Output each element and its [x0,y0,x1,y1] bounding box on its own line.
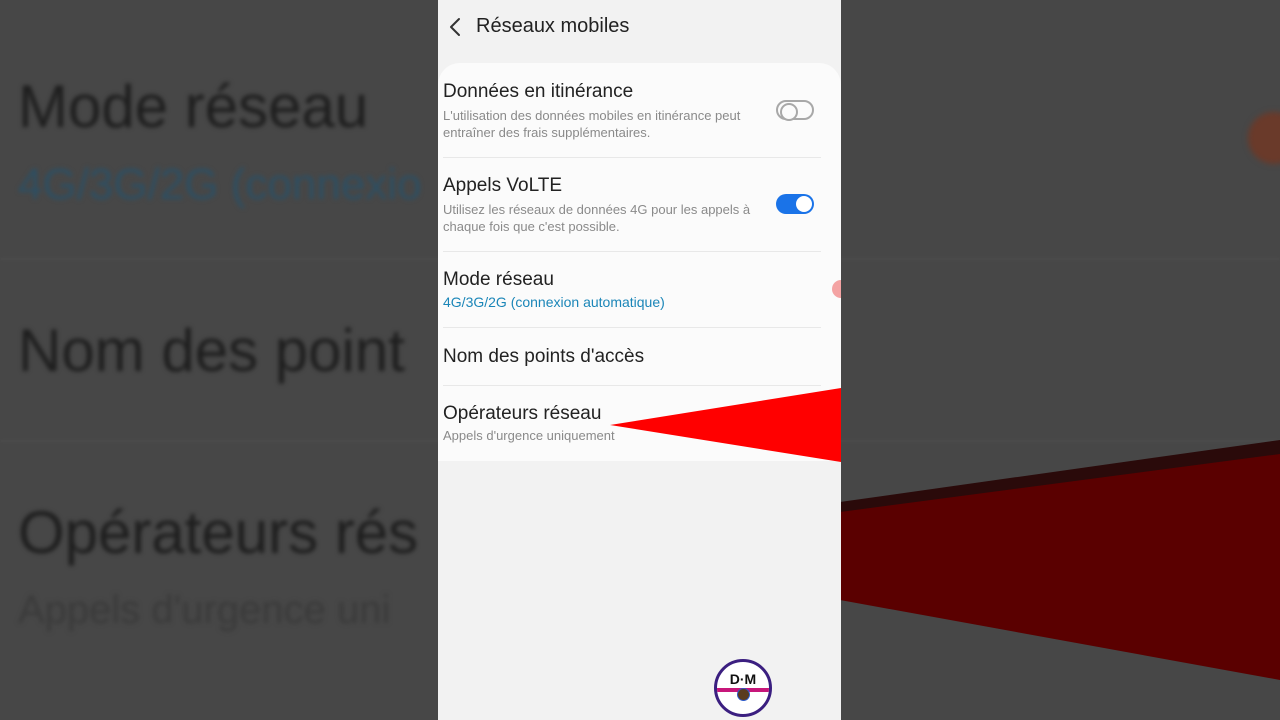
app-header: Réseaux mobiles [438,0,841,56]
volte-setting[interactable]: Appels VoLTE Utilisez les réseaux de don… [443,175,823,235]
network-mode-title: Mode réseau [443,269,554,290]
roaming-setting[interactable]: Données en itinérance L'utilisation des … [443,81,823,141]
network-mode-value: 4G/3G/2G (connexion automatique) [443,294,665,310]
bg-dot [1248,112,1280,164]
divider [443,251,821,252]
bg-item-operators-sub: Appels d'urgence uni [18,588,391,632]
divider [443,157,821,158]
channel-logo: D·M [714,659,772,717]
volte-title: Appels VoLTE [443,175,563,196]
roaming-toggle[interactable] [776,100,814,121]
divider [443,327,821,328]
bg-item-apn: Nom des point [18,317,405,384]
avatar-icon [737,688,750,701]
bg-title: Mode réseau [18,73,369,140]
page-title: Réseaux mobiles [476,15,630,37]
back-button[interactable] [440,12,470,42]
phone-screen: Réseaux mobiles Données en itinérance L'… [438,0,841,720]
toggle-knob [796,196,812,212]
roaming-subtitle: L'utilisation des données mobiles en iti… [443,108,741,140]
toggle-knob [780,103,798,121]
bg-subtitle: 4G/3G/2G (connexio [18,160,422,209]
bg-red-arrow [840,440,1280,680]
volte-toggle[interactable] [776,194,814,214]
roaming-title: Données en itinérance [443,81,634,102]
chevron-left-icon [450,18,460,36]
apn-title: Nom des points d'accès [443,346,645,367]
logo-letters: D·M [729,671,757,687]
apn-setting[interactable]: Nom des points d'accès [443,346,823,368]
red-arrow-annotation [610,388,841,462]
bg-item-operators: Opérateurs rés [18,499,419,566]
volte-subtitle: Utilisez les réseaux de données 4G pour … [443,202,751,234]
network-mode-setting[interactable]: Mode réseau 4G/3G/2G (connexion automati… [443,269,823,311]
divider [443,385,821,386]
